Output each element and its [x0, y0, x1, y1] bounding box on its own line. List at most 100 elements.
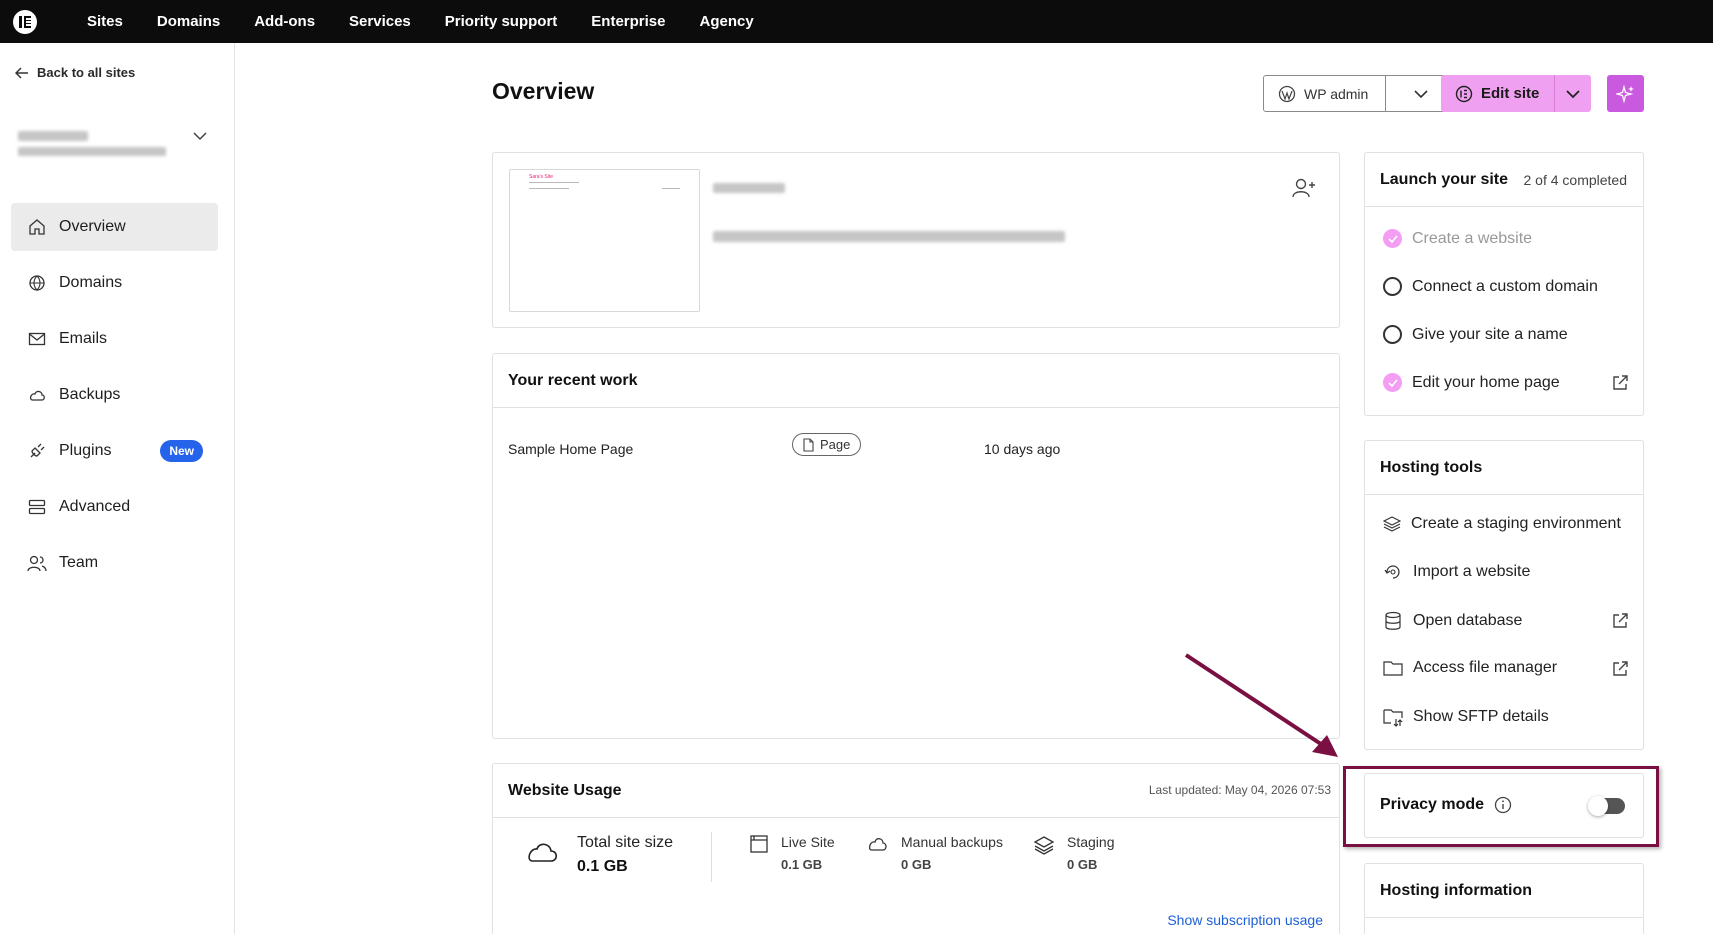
temporary-domain-blurred — [713, 231, 1065, 242]
topnav-agency[interactable]: Agency — [700, 13, 754, 30]
edit-site-dropdown[interactable] — [1555, 89, 1591, 99]
chevron-down-icon — [1414, 89, 1428, 98]
wordpress-icon — [1278, 85, 1296, 102]
annotation-arrow — [1184, 653, 1338, 757]
recent-work-title: Your recent work — [493, 354, 1339, 408]
recent-item-name[interactable]: Sample Home Page — [508, 441, 633, 457]
task-edit-home-page[interactable]: Edit your home page — [1383, 373, 1629, 392]
empty-circle-icon — [1383, 277, 1402, 296]
sidebar-item-emails[interactable]: Emails — [11, 315, 218, 363]
sidebar-item-advanced[interactable]: Advanced — [11, 483, 218, 531]
topnav-sites[interactable]: Sites — [87, 13, 123, 30]
launch-site-card: Launch your site 2 of 4 completed Create… — [1364, 152, 1644, 416]
task-create-website[interactable]: Create a website — [1383, 229, 1629, 248]
topnav-priority-support[interactable]: Priority support — [445, 13, 558, 30]
external-link-icon — [1613, 661, 1628, 676]
total-size-value: 0.1 GB — [577, 858, 628, 875]
plug-icon — [27, 441, 47, 461]
arrow-left-icon — [15, 66, 28, 79]
usage-live-site: Live Site 0.1 GB — [749, 834, 835, 872]
elementor-logo-icon[interactable] — [13, 9, 37, 34]
hosting-tools-card: Hosting tools Create a staging environme… — [1364, 440, 1644, 750]
topnav-enterprise[interactable]: Enterprise — [591, 13, 665, 30]
page-title: Overview — [492, 78, 595, 104]
page-icon — [803, 437, 814, 452]
usage-divider — [711, 832, 712, 882]
new-badge: New — [160, 440, 203, 462]
tool-import-website[interactable]: Import a website — [1383, 563, 1629, 581]
tool-open-database[interactable]: Open database — [1383, 611, 1629, 631]
site-switcher[interactable] — [18, 123, 208, 163]
usage-label: Live Site — [781, 834, 835, 850]
page-type-label: Page — [820, 437, 851, 452]
page-type-badge: Page — [792, 433, 862, 456]
database-icon — [1385, 611, 1401, 630]
tool-label: Open database — [1413, 612, 1523, 629]
sidebar: Back to all sites Overview Domains Email… — [0, 43, 235, 934]
tool-label: Import a website — [1413, 563, 1531, 580]
wp-admin-button[interactable]: WP admin — [1264, 76, 1386, 111]
sidebar-item-plugins[interactable]: Plugins New — [11, 427, 218, 475]
usage-staging: Staging 0 GB — [1033, 834, 1114, 872]
site-preview-card: Sara's Site — [492, 152, 1340, 328]
total-size-label: Total site size — [577, 834, 674, 851]
layers-icon — [1383, 516, 1401, 532]
cloud-backup-icon — [868, 838, 887, 851]
ai-assistant-button[interactable] — [1607, 75, 1644, 112]
server-icon — [27, 497, 47, 517]
back-label: Back to all sites — [37, 65, 136, 80]
sidebar-item-label: Plugins — [59, 442, 112, 459]
topnav-domains[interactable]: Domains — [157, 13, 220, 30]
check-icon — [1383, 229, 1402, 248]
edit-site-label: Edit site — [1481, 85, 1540, 102]
sidebar-item-overview[interactable]: Overview — [11, 203, 218, 251]
task-connect-domain[interactable]: Connect a custom domain — [1383, 277, 1629, 296]
website-usage-card: Website Usage Last updated: May 04, 2026… — [492, 763, 1340, 934]
cloud-icon — [528, 843, 558, 862]
tool-label: Access file manager — [1413, 659, 1558, 676]
check-icon — [1383, 373, 1402, 392]
launch-title: Launch your site — [1380, 170, 1509, 188]
thumbnail-line — [662, 188, 680, 189]
site-thumbnail[interactable]: Sara's Site — [509, 169, 700, 312]
task-site-name[interactable]: Give your site a name — [1383, 325, 1629, 344]
hosting-information-title: Hosting information — [1365, 864, 1643, 918]
tool-file-manager[interactable]: Access file manager — [1383, 659, 1629, 677]
sparkle-icon — [1615, 84, 1634, 103]
wp-admin-label: WP admin — [1304, 85, 1369, 102]
launch-progress: 2 of 4 completed — [1523, 171, 1627, 188]
total-site-size: Total site size 0.1 GB — [525, 834, 673, 876]
globe-icon — [27, 273, 47, 293]
wp-admin-button-group: WP admin — [1263, 75, 1457, 112]
last-updated: Last updated: May 04, 2026 07:53 — [1148, 783, 1331, 797]
topnav-services[interactable]: Services — [349, 13, 411, 30]
task-label: Create a website — [1412, 229, 1533, 247]
empty-circle-icon — [1383, 325, 1402, 344]
tool-create-staging[interactable]: Create a staging environment — [1383, 515, 1629, 533]
usage-value: 0 GB — [1067, 857, 1098, 872]
site-name-blurred — [713, 183, 785, 193]
thumbnail-line — [529, 188, 569, 189]
tool-sftp-details[interactable]: Show SFTP details — [1383, 707, 1629, 727]
topnav-addons[interactable]: Add-ons — [254, 13, 315, 30]
thumbnail-line — [529, 182, 579, 183]
add-user-icon[interactable] — [1291, 177, 1317, 199]
sidebar-item-domains[interactable]: Domains — [11, 259, 218, 307]
task-label: Give your site a name — [1412, 325, 1568, 343]
edit-site-button[interactable]: Edit site — [1441, 75, 1555, 112]
hosting-information-card: Hosting information — [1364, 863, 1644, 934]
external-link-icon — [1613, 613, 1628, 628]
back-to-all-sites-link[interactable]: Back to all sites — [15, 65, 135, 80]
sidebar-item-backups[interactable]: Backups — [11, 371, 218, 419]
usage-label: Manual backups — [901, 834, 1003, 850]
home-icon — [27, 217, 47, 237]
recent-item-time: 10 days ago — [984, 441, 1061, 457]
import-icon — [1384, 565, 1400, 579]
team-icon — [27, 553, 47, 573]
show-subscription-usage-link[interactable]: Show subscription usage — [1167, 912, 1323, 928]
sidebar-item-label: Overview — [59, 218, 126, 235]
sidebar-item-team[interactable]: Team — [11, 539, 218, 587]
site-name-blurred — [18, 131, 88, 141]
usage-manual-backups: Manual backups 0 GB — [865, 834, 1003, 872]
annotation-highlight-box — [1343, 766, 1659, 847]
